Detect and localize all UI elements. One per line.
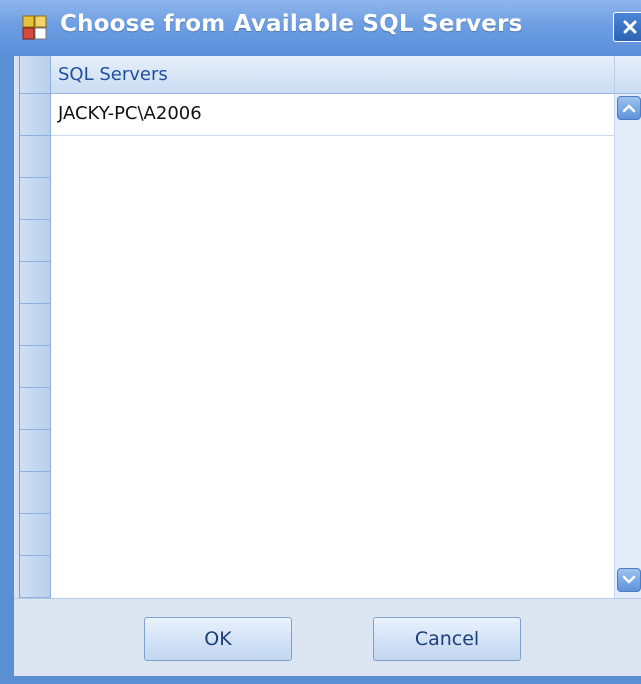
column-header-filler: [614, 56, 641, 94]
app-icon: [22, 15, 47, 40]
server-name-cell: JACKY-PC\A2006: [58, 103, 202, 124]
row-header: [20, 304, 51, 346]
row-header: [20, 556, 51, 598]
ok-button[interactable]: OK: [144, 617, 292, 661]
close-icon: [623, 20, 637, 34]
chevron-down-icon: [622, 575, 636, 584]
row-header: [20, 136, 51, 178]
row-header: [20, 346, 51, 388]
button-bar: OK Cancel: [14, 598, 641, 676]
window-bottom-border: [0, 676, 641, 684]
column-header-sql-servers[interactable]: SQL Servers: [51, 56, 641, 94]
dialog-client-area: SQL Servers JACKY-PC\A2006 OK Cancel: [14, 56, 641, 676]
close-button[interactable]: [613, 12, 641, 42]
row-header-column: [20, 56, 51, 598]
grid-corner-header[interactable]: [20, 56, 51, 94]
row-header[interactable]: [20, 94, 51, 136]
sql-servers-grid[interactable]: SQL Servers JACKY-PC\A2006: [19, 56, 641, 598]
row-header: [20, 388, 51, 430]
chevron-up-icon: [622, 104, 636, 113]
title-bar[interactable]: Choose from Available SQL Servers: [0, 0, 641, 56]
row-header: [20, 472, 51, 514]
row-header: [20, 262, 51, 304]
window-title: Choose from Available SQL Servers: [60, 11, 523, 37]
cancel-button[interactable]: Cancel: [373, 617, 521, 661]
scroll-down-button[interactable]: [617, 568, 641, 592]
row-header: [20, 430, 51, 472]
vertical-scrollbar[interactable]: [614, 94, 641, 598]
row-header: [20, 514, 51, 556]
dialog-window: Choose from Available SQL Servers SQL Se…: [0, 0, 641, 684]
row-header: [20, 178, 51, 220]
table-row[interactable]: JACKY-PC\A2006: [51, 94, 614, 136]
scroll-up-button[interactable]: [617, 96, 641, 120]
row-header: [20, 220, 51, 262]
column-header-label: SQL Servers: [58, 64, 168, 85]
